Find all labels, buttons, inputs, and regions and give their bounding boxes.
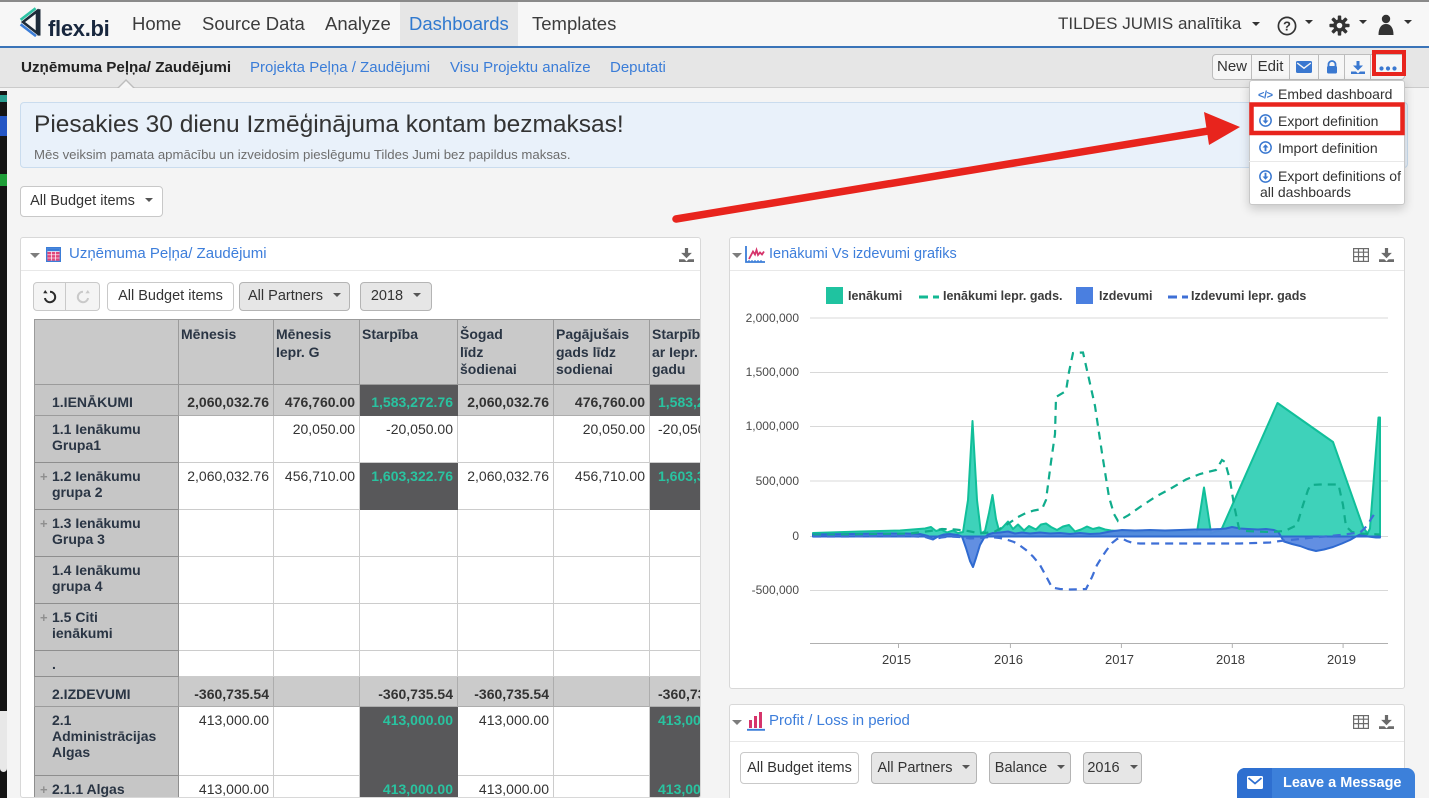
svg-text:?: ? <box>1283 19 1291 34</box>
svg-text:</>: </> <box>1258 90 1273 102</box>
